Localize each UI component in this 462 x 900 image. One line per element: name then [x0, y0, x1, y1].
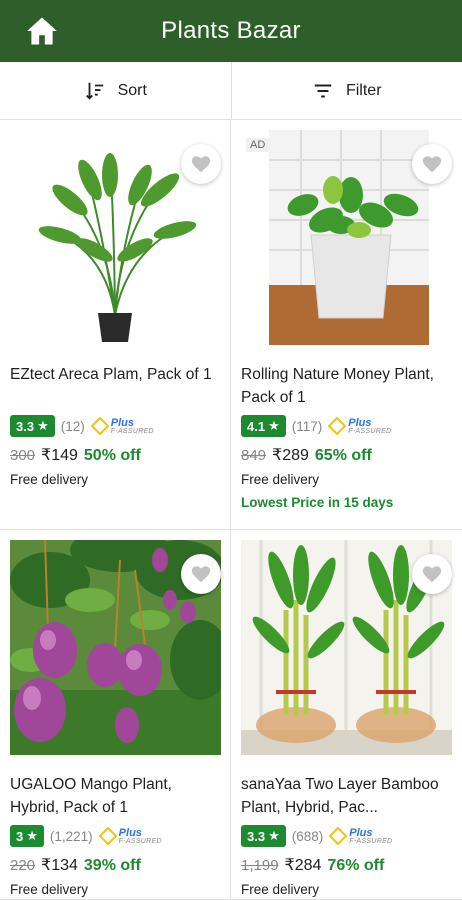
- rating-badge: 4.1 ★: [241, 415, 286, 437]
- product-image[interactable]: [10, 540, 221, 755]
- original-price: 849: [241, 447, 267, 464]
- assured-shield-icon: [90, 417, 109, 435]
- star-icon: ★: [26, 828, 38, 843]
- discount: 50% off: [83, 447, 141, 464]
- filter-button[interactable]: Filter: [230, 62, 462, 119]
- ad-label: AD: [246, 138, 270, 152]
- original-price: 300: [10, 447, 36, 464]
- assured-shield-icon: [329, 827, 348, 845]
- plus-assured-badge: Plus F-ASSURED: [328, 417, 391, 435]
- plus-assured-badge: Plus F-ASSURED: [90, 417, 154, 435]
- assured-shield-icon: [98, 827, 117, 845]
- home-icon[interactable]: [24, 14, 60, 48]
- rating-count: (12): [60, 418, 85, 434]
- sort-icon: [85, 82, 103, 100]
- sort-filter-bar: Sort Filter: [0, 62, 462, 120]
- discount: 39% off: [83, 857, 141, 874]
- wishlist-heart-icon[interactable]: [181, 144, 221, 184]
- discount: 65% off: [314, 447, 372, 464]
- sort-button[interactable]: Sort: [0, 62, 231, 119]
- app-title: Plants Bazar: [161, 17, 301, 44]
- product-name[interactable]: EZtect Areca Plam, Pack of 1: [10, 363, 220, 409]
- plus-assured-badge: Plus F-ASSURED: [98, 827, 162, 845]
- product-image[interactable]: [241, 540, 452, 755]
- product-card[interactable]: sanaYaa Two Layer Bamboo Plant, Hybrid, …: [231, 530, 462, 900]
- star-icon: ★: [268, 418, 280, 433]
- sort-label: Sort: [117, 81, 147, 99]
- product-card[interactable]: AD Rolling Nature Money Plant, Pack of 1…: [231, 120, 462, 530]
- lowest-price-note: Lowest Price in 15 days: [241, 495, 394, 510]
- rating-badge: 3 ★: [10, 825, 44, 847]
- product-image[interactable]: [10, 130, 221, 345]
- filter-label: Filter: [345, 81, 382, 99]
- delivery-info: Free delivery: [241, 882, 320, 897]
- product-image[interactable]: AD: [241, 130, 452, 345]
- wishlist-heart-icon[interactable]: [412, 144, 452, 184]
- assured-shield-icon: [328, 417, 347, 435]
- filter-icon: [314, 83, 332, 98]
- product-name[interactable]: UGALOO Mango Plant, Hybrid, Pack of 1: [10, 773, 220, 819]
- rating-badge: 3.3 ★: [241, 825, 286, 847]
- discount: 76% off: [327, 857, 385, 874]
- rating-count: (688): [291, 828, 324, 844]
- star-icon: ★: [268, 828, 280, 843]
- rating-count: (1,221): [49, 828, 93, 844]
- sale-price: ₹284: [284, 857, 322, 874]
- delivery-info: Free delivery: [241, 472, 320, 487]
- original-price: 220: [10, 857, 36, 874]
- product-name[interactable]: sanaYaa Two Layer Bamboo Plant, Hybrid, …: [241, 773, 452, 819]
- delivery-info: Free delivery: [10, 472, 89, 487]
- wishlist-heart-icon[interactable]: [412, 554, 452, 594]
- app-bar: Plants Bazar: [0, 0, 462, 62]
- wishlist-heart-icon[interactable]: [181, 554, 221, 594]
- sale-price: ₹289: [272, 447, 309, 464]
- product-card[interactable]: UGALOO Mango Plant, Hybrid, Pack of 1 3 ★…: [0, 530, 231, 900]
- product-grid: EZtect Areca Plam, Pack of 1 3.3 ★ (12) P…: [0, 120, 462, 900]
- rating-count: (117): [291, 418, 323, 434]
- delivery-info: Free delivery: [10, 882, 89, 897]
- rating-badge: 3.3 ★: [10, 415, 55, 437]
- plus-assured-badge: Plus F-ASSURED: [329, 827, 392, 845]
- sale-price: ₹134: [41, 857, 78, 874]
- star-icon: ★: [37, 418, 49, 433]
- original-price: 1,199: [241, 857, 279, 874]
- sale-price: ₹149: [41, 447, 78, 464]
- product-name[interactable]: Rolling Nature Money Plant, Pack of 1: [241, 363, 452, 409]
- product-card[interactable]: EZtect Areca Plam, Pack of 1 3.3 ★ (12) P…: [0, 120, 231, 530]
